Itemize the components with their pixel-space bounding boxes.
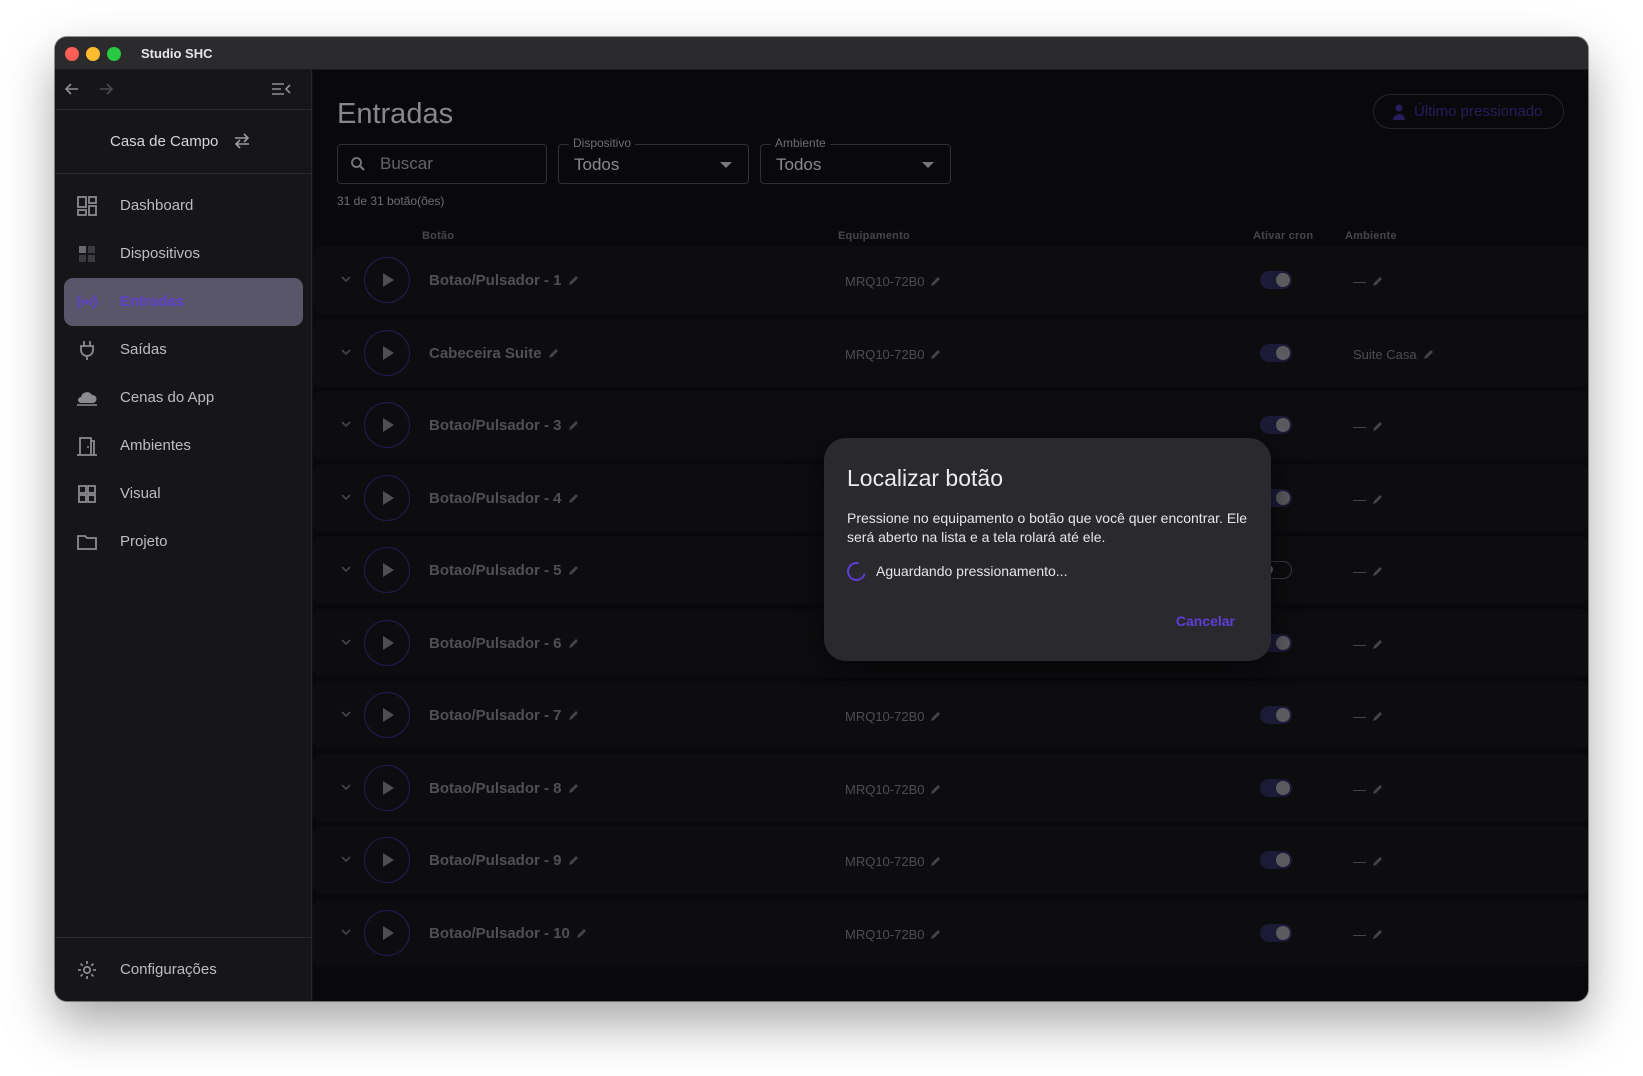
dialog-message: Pressione no equipamento o botão que voc… [847, 510, 1248, 545]
gear-icon [78, 961, 96, 979]
sidebar-footer: Configurações [55, 937, 311, 1001]
sidebar-item-label: Cenas do App [120, 389, 215, 406]
app-window: Studio SHC Casa de Campo Dashboard Dispo… [55, 37, 1588, 1001]
window-title: Studio SHC [141, 46, 213, 61]
sidebar-item-label: Configurações [120, 961, 217, 978]
forward-button[interactable] [93, 76, 119, 102]
collapse-sidebar-button[interactable] [268, 76, 294, 102]
zoom-window-button[interactable] [107, 47, 121, 61]
plug-icon [80, 341, 94, 360]
sidebar-item-dashboard[interactable]: Dashboard [64, 182, 303, 230]
sidebar-item-ambientes[interactable]: Ambientes [64, 422, 303, 470]
minimize-window-button[interactable] [86, 47, 100, 61]
sidebar-item-cenas-do-app[interactable]: Cenas do App [64, 374, 303, 422]
sidebar-item-label: Projeto [120, 533, 168, 550]
broadcast-icon [76, 294, 98, 310]
dashboard-icon [77, 196, 97, 216]
arrow-right-icon [100, 83, 114, 95]
project-name: Casa de Campo [110, 133, 219, 150]
sidebar-item-label: Saídas [120, 341, 167, 358]
sidebar-item-entradas[interactable]: Entradas [64, 278, 303, 326]
sidebar: Casa de Campo Dashboard Dispositivos Ent… [55, 70, 312, 1001]
arrow-left-icon [64, 83, 78, 95]
close-window-button[interactable] [65, 47, 79, 61]
door-icon [77, 437, 97, 456]
dialog-waiting-text: Aguardando pressionamento... [876, 563, 1068, 579]
menu-collapse-icon [272, 83, 291, 95]
swap-icon [234, 133, 250, 149]
sidebar-item-label: Dashboard [120, 197, 194, 214]
cloud-icon [77, 392, 97, 406]
title-bar: Studio SHC [55, 37, 1588, 70]
locate-button-dialog: Localizar botão Pressione no equipamento… [824, 438, 1271, 661]
back-button[interactable] [59, 76, 85, 102]
grid-icon [78, 485, 96, 503]
loading-spinner-icon [843, 558, 870, 585]
sidebar-item-configuracoes[interactable]: Configurações [64, 946, 303, 994]
sidebar-item-dispositivos[interactable]: Dispositivos [64, 230, 303, 278]
sidebar-item-saidas[interactable]: Saídas [64, 326, 303, 374]
cancel-button[interactable]: Cancelar [1176, 613, 1235, 629]
sidebar-item-label: Dispositivos [120, 245, 201, 262]
sidebar-item-label: Visual [120, 485, 161, 502]
sidebar-item-visual[interactable]: Visual [64, 470, 303, 518]
project-switcher[interactable]: Casa de Campo [55, 110, 311, 174]
sidebar-item-label: Ambientes [120, 437, 191, 454]
sidebar-item-label: Entradas [120, 293, 185, 310]
dialog-title: Localizar botão [847, 465, 1003, 491]
history-nav [55, 70, 311, 110]
sidebar-item-projeto[interactable]: Projeto [64, 518, 303, 566]
devices-icon [79, 246, 95, 262]
main-content: Entradas Último pressionado Dispositivo … [313, 70, 1588, 1001]
folder-icon [77, 535, 97, 550]
